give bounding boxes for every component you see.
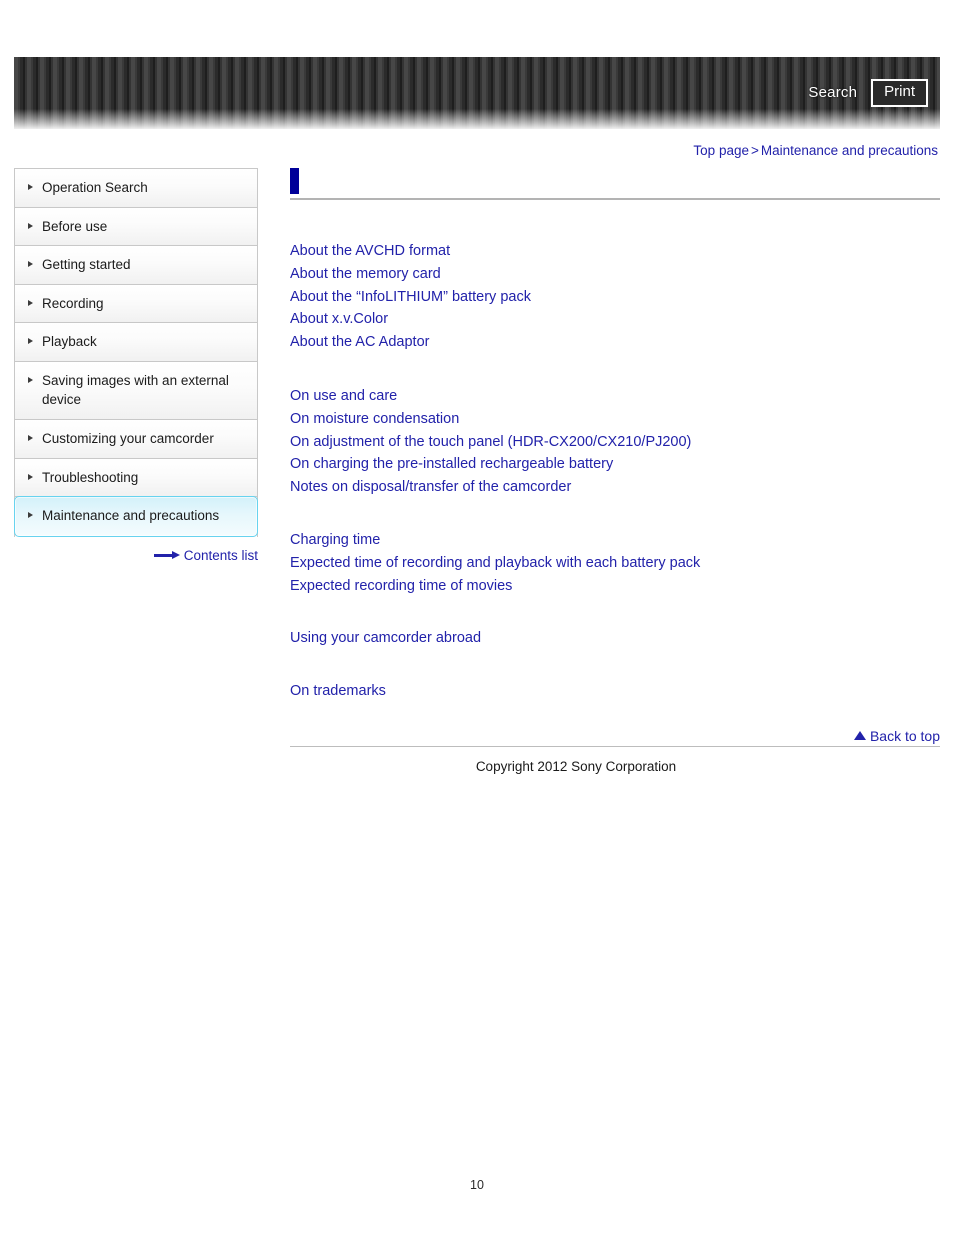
content-link[interactable]: About the “InfoLITHIUM” battery pack — [290, 286, 531, 309]
search-link[interactable]: Search — [808, 84, 857, 101]
link-groups: About the AVCHD format About the memory c… — [290, 240, 940, 703]
content-link[interactable]: About the AVCHD format — [290, 240, 450, 263]
triangle-right-icon — [28, 184, 33, 190]
content-link[interactable]: About the memory card — [290, 263, 441, 286]
content-link[interactable]: About the AC Adaptor — [290, 331, 429, 354]
link-group-4: Using your camcorder abroad — [290, 627, 940, 650]
page-number: 10 — [470, 1178, 484, 1192]
back-to-top-link[interactable]: Back to top — [870, 728, 940, 744]
sidebar-item-label: Operation Search — [42, 180, 148, 195]
arrow-right-icon — [153, 550, 180, 560]
triangle-right-icon — [28, 434, 33, 441]
triangle-up-icon — [853, 731, 866, 740]
sidebar-nav: Operation Search Before use Getting starte… — [14, 168, 258, 537]
link-group-3: Charging time Expected time of recording … — [290, 529, 940, 597]
sidebar-item-operation-search[interactable]: Operation Search — [15, 169, 257, 208]
link-group-5: On trademarks — [290, 680, 940, 703]
contents-list-row[interactable]: Contents list — [14, 548, 258, 563]
page-heading — [290, 168, 940, 200]
main-content: About the AVCHD format About the memory c… — [290, 168, 940, 703]
triangle-right-icon — [28, 222, 33, 229]
content-link[interactable]: On trademarks — [290, 680, 386, 703]
triangle-right-icon — [28, 261, 33, 268]
sidebar-item-customizing-your-camcorder[interactable]: Customizing your camcorder — [15, 419, 257, 459]
sidebar-item-label: Before use — [42, 218, 108, 234]
contents-list-link[interactable]: Contents list — [184, 548, 258, 563]
back-to-top-row[interactable]: Back to top — [290, 728, 940, 746]
breadcrumb-current[interactable]: Maintenance and precautions — [761, 143, 938, 158]
breadcrumb-top-page[interactable]: Top page — [693, 143, 749, 158]
content-link[interactable]: Using your camcorder abroad — [290, 627, 481, 650]
sidebar-item-label: Saving images with an external device — [42, 372, 229, 408]
link-group-1: About the AVCHD format About the memory c… — [290, 240, 940, 354]
sidebar-item-label: Recording — [42, 295, 104, 311]
sidebar: Operation Search Before use Getting starte… — [14, 168, 258, 563]
footer-divider — [290, 746, 940, 747]
triangle-right-icon — [28, 376, 33, 383]
triangle-right-icon — [28, 338, 33, 345]
sidebar-item-label: Playback — [42, 334, 97, 350]
header-banner: Search Print — [14, 57, 940, 129]
link-group-2: On use and care On moisture condensation O… — [290, 385, 940, 499]
content-link[interactable]: On adjustment of the touch panel (HDR-CX… — [290, 431, 691, 454]
triangle-right-icon — [28, 473, 33, 480]
content-link[interactable]: Expected recording time of movies — [290, 575, 512, 598]
breadcrumb: Top page > Maintenance and precautions — [693, 143, 938, 158]
footer: Back to top Copyright 2012 Sony Corporat… — [290, 728, 940, 774]
content-link[interactable]: Notes on disposal/transfer of the camcor… — [290, 476, 571, 499]
header-actions: Search Print — [808, 79, 928, 107]
content-link[interactable]: On charging the pre-installed rechargeab… — [290, 453, 613, 476]
sidebar-item-saving-images-with-an-external-device[interactable]: Saving images with an external device — [15, 361, 257, 420]
sidebar-item-maintenance-and-precautions[interactable]: Maintenance and precautions — [14, 496, 258, 537]
breadcrumb-separator: > — [750, 143, 759, 158]
sidebar-item-recording[interactable]: Recording — [15, 284, 257, 324]
sidebar-item-label: Getting started — [42, 257, 131, 273]
sidebar-item-before-use[interactable]: Before use — [15, 207, 257, 247]
content-link[interactable]: On use and care — [290, 385, 397, 408]
sidebar-item-label: Customizing your camcorder — [42, 430, 214, 446]
sidebar-item-label: Troubleshooting — [42, 469, 139, 485]
copyright-text: Copyright 2012 Sony Corporation — [475, 759, 677, 774]
sidebar-item-getting-started[interactable]: Getting started — [15, 246, 257, 285]
print-button[interactable]: Print — [871, 79, 928, 107]
sidebar-item-playback[interactable]: Playback — [15, 323, 257, 362]
heading-marker-icon — [290, 168, 299, 194]
triangle-right-icon — [28, 512, 33, 519]
triangle-right-icon — [28, 299, 33, 306]
content-link[interactable]: On moisture condensation — [290, 408, 459, 431]
content-link[interactable]: About x.v.Color — [290, 308, 388, 331]
content-link[interactable]: Expected time of recording and playback … — [290, 552, 700, 575]
sidebar-item-troubleshooting[interactable]: Troubleshooting — [15, 458, 257, 498]
sidebar-item-label: Maintenance and precautions — [42, 508, 220, 524]
content-link[interactable]: Charging time — [290, 529, 380, 552]
